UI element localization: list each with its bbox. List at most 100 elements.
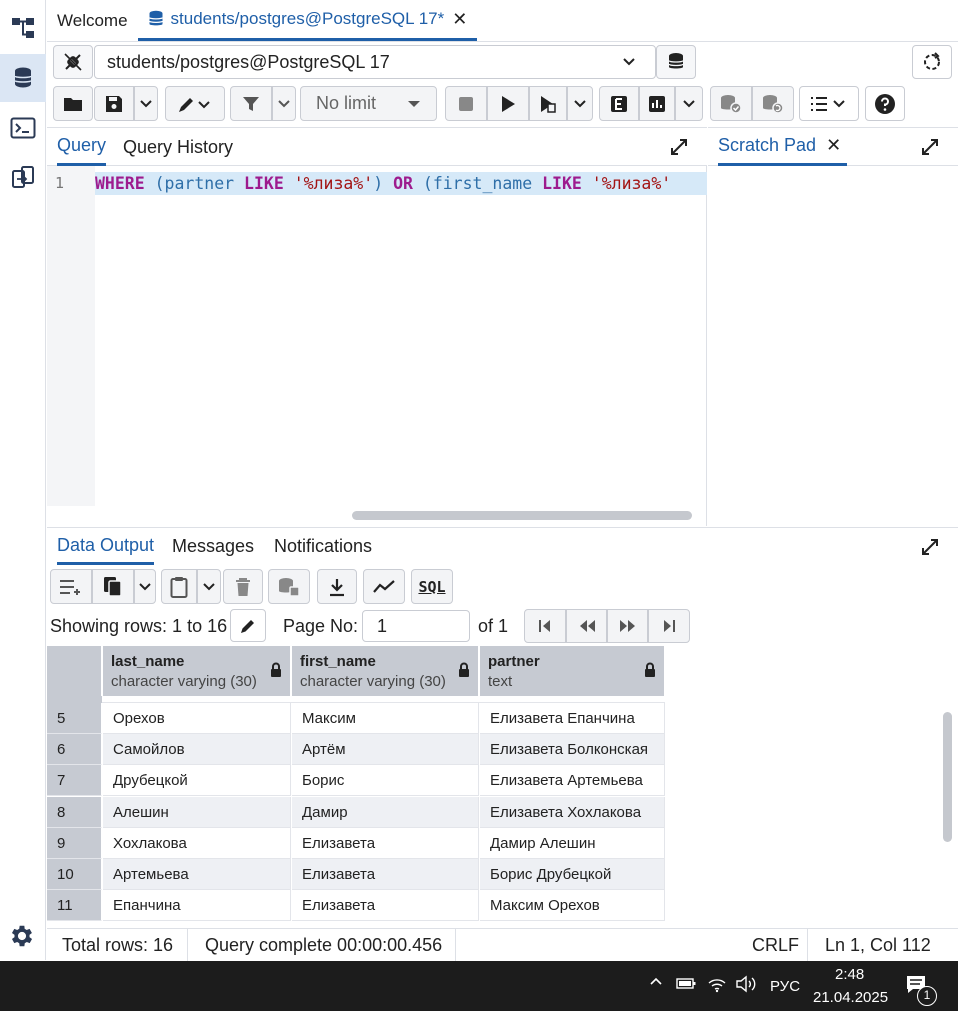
table-cell[interactable]: Артём (292, 734, 479, 766)
execute-options-chevron-icon[interactable] (567, 86, 593, 121)
row-number[interactable]: 9 (47, 827, 102, 859)
last-page-icon[interactable] (648, 609, 690, 643)
row-number[interactable]: 8 (47, 796, 102, 828)
table-cell[interactable]: Самойлов (103, 734, 291, 766)
table-cell[interactable]: Дамир (292, 796, 479, 828)
row-number[interactable]: 11 (47, 890, 102, 922)
query-tool-icon[interactable] (0, 54, 46, 102)
save-options-chevron-icon[interactable] (134, 86, 158, 121)
table-cell[interactable]: Максим Орехов (480, 890, 665, 922)
column-header-partner[interactable]: partner text (480, 646, 665, 696)
column-header-first-name[interactable]: first_name character varying (30) (292, 646, 479, 696)
maximize-scratch-icon[interactable] (920, 137, 940, 162)
tab-query[interactable]: Query (57, 128, 107, 166)
tab-data-output[interactable]: Data Output (57, 528, 155, 565)
grid-vertical-scrollbar[interactable] (938, 646, 958, 926)
open-file-icon[interactable] (53, 86, 93, 121)
new-connection-icon[interactable] (656, 45, 696, 79)
object-explorer-icon[interactable] (0, 4, 46, 52)
copy-icon[interactable] (92, 569, 134, 604)
column-header-last-name[interactable]: last_name character varying (30) (103, 646, 291, 696)
explain-analyze-icon[interactable] (639, 86, 675, 121)
table-cell[interactable]: Елизавета Болконская (480, 734, 665, 766)
refresh-icon[interactable] (912, 45, 952, 79)
commit-icon[interactable] (710, 86, 752, 121)
explain-icon[interactable] (599, 86, 639, 121)
filter-chevron-icon[interactable] (272, 86, 296, 121)
wifi-icon[interactable] (707, 975, 727, 997)
row-limit-select[interactable]: No limit (300, 86, 437, 121)
previous-page-icon[interactable] (566, 609, 607, 643)
first-page-icon[interactable] (524, 609, 566, 643)
editor-horizontal-scrollbar[interactable] (352, 511, 692, 520)
volume-icon[interactable] (735, 975, 757, 997)
edit-range-icon[interactable] (230, 609, 266, 642)
download-icon[interactable] (317, 569, 357, 604)
settings-gear-icon[interactable] (8, 922, 36, 955)
schema-diff-icon[interactable] (0, 154, 46, 202)
tab-welcome[interactable]: Welcome (47, 0, 138, 41)
row-number[interactable]: 5 (47, 703, 102, 734)
scratch-pad-area[interactable] (708, 166, 958, 526)
language-indicator[interactable]: РУС (770, 978, 800, 995)
table-cell[interactable]: Елизавета Хохлакова (480, 796, 665, 828)
page-number-input[interactable]: 1 (362, 610, 470, 642)
graph-visualiser-icon[interactable] (363, 569, 405, 604)
execute-script-icon[interactable] (529, 86, 567, 121)
table-cell[interactable]: Борис Друбецкой (480, 859, 665, 890)
close-tab-icon[interactable]: ✕ (452, 9, 467, 30)
row-number[interactable]: 6 (47, 734, 102, 766)
psql-terminal-icon[interactable] (0, 104, 46, 152)
maximize-results-icon[interactable] (920, 537, 940, 562)
row-number[interactable]: 10 (47, 859, 102, 890)
table-cell[interactable]: Елизавета (292, 859, 479, 890)
table-cell[interactable]: Елизавета Епанчина (480, 703, 665, 734)
clock-time[interactable]: 2:48 (835, 966, 864, 983)
stop-icon[interactable] (445, 86, 487, 121)
battery-icon[interactable] (676, 976, 696, 994)
table-cell[interactable]: Елизавета (292, 827, 479, 859)
sql-editor[interactable]: 1 WHERE (partner LIKE '%лиза%') OR (firs… (47, 166, 707, 526)
clock-date[interactable]: 21.04.2025 (813, 989, 888, 1006)
macros-menu-button[interactable] (799, 86, 859, 121)
next-page-icon[interactable] (607, 609, 648, 643)
tab-scratch-pad[interactable]: Scratch Pad ✕ (718, 128, 848, 166)
paste-options-chevron-icon[interactable] (197, 569, 221, 604)
table-cell[interactable]: Борис (292, 765, 479, 797)
delete-row-icon[interactable] (223, 569, 263, 604)
grid-scroll-thumb[interactable] (943, 712, 952, 842)
table-cell[interactable]: Елизавета Артемьева (480, 765, 665, 797)
save-data-icon[interactable] (268, 569, 310, 604)
help-icon[interactable] (865, 86, 905, 121)
paste-icon[interactable] (161, 569, 197, 604)
tab-notifications[interactable]: Notifications (274, 528, 372, 565)
table-cell[interactable]: Хохлакова (103, 827, 291, 859)
filter-icon[interactable] (230, 86, 272, 121)
connection-select[interactable]: students/postgres@PostgreSQL 17 (94, 45, 656, 79)
edit-menu-button[interactable] (165, 86, 225, 121)
table-cell[interactable]: Алешин (103, 796, 291, 828)
close-scratch-pad-icon[interactable]: ✕ (826, 135, 841, 156)
disconnect-icon[interactable] (53, 45, 93, 79)
execute-icon[interactable] (487, 86, 529, 121)
tab-query-tool[interactable]: students/postgres@PostgreSQL 17* ✕ (137, 0, 478, 41)
data-grid[interactable]: last_name character varying (30) first_n… (47, 646, 938, 926)
save-file-icon[interactable] (94, 86, 134, 121)
explain-options-chevron-icon[interactable] (675, 86, 703, 121)
tab-query-history[interactable]: Query History (123, 128, 233, 166)
table-cell[interactable]: Епанчина (103, 890, 291, 922)
row-number-header[interactable] (47, 646, 102, 696)
sql-button[interactable]: SQL (411, 569, 453, 604)
table-cell[interactable]: Орехов (103, 703, 291, 734)
maximize-query-icon[interactable] (669, 137, 689, 162)
table-cell[interactable]: Дамир Алешин (480, 827, 665, 859)
row-number[interactable]: 7 (47, 765, 102, 797)
rollback-icon[interactable] (752, 86, 794, 121)
table-cell[interactable]: Максим (292, 703, 479, 734)
table-cell[interactable]: Елизавета (292, 890, 479, 922)
tab-messages[interactable]: Messages (172, 528, 254, 565)
tray-chevron-up-icon[interactable] (649, 975, 663, 993)
table-cell[interactable]: Друбецкой (103, 765, 291, 797)
copy-options-chevron-icon[interactable] (134, 569, 156, 604)
table-cell[interactable]: Артемьева (103, 859, 291, 890)
